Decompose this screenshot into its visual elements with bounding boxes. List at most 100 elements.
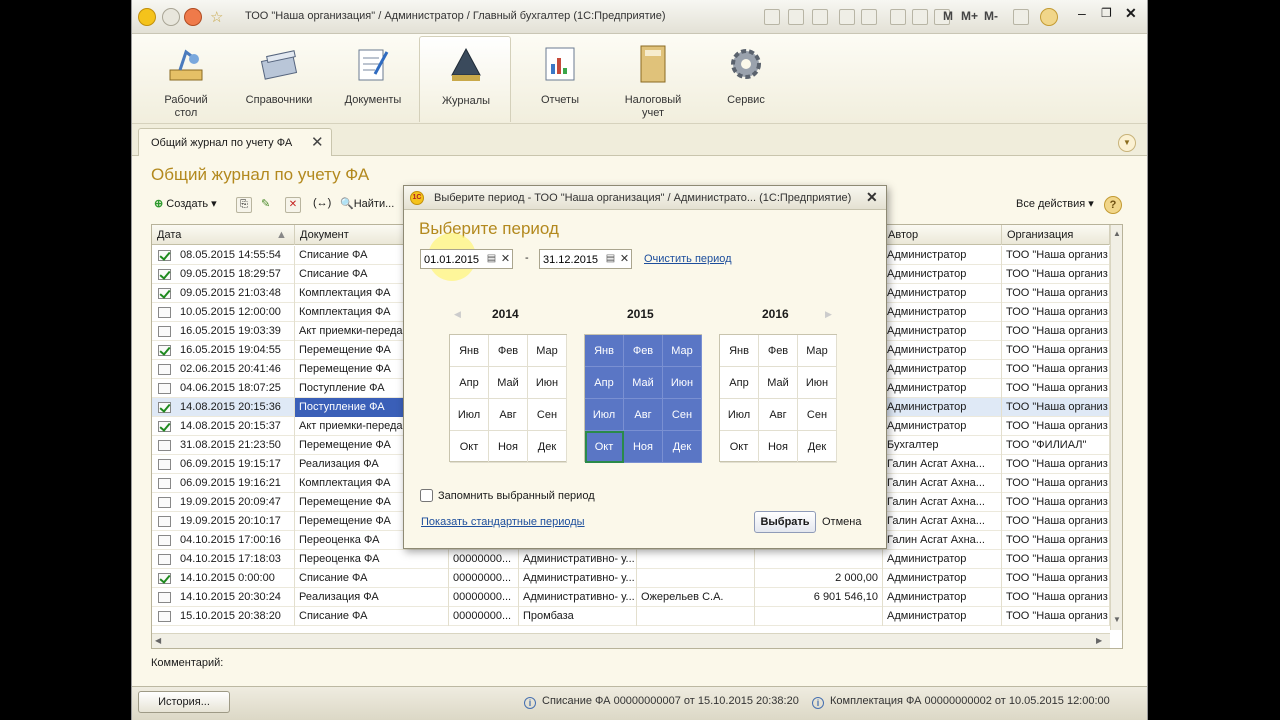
vertical-scrollbar[interactable]: ▲ ▼ bbox=[1110, 225, 1122, 630]
tab-general-journal[interactable]: Общий журнал по учету ФА ✕ bbox=[138, 128, 332, 156]
month-cell[interactable]: Дек bbox=[663, 431, 702, 463]
table-row[interactable]: 14.10.2015 20:30:24 Реализация ФА 00000000… bbox=[152, 588, 1110, 607]
calendar-icon[interactable]: ▤ bbox=[604, 252, 617, 266]
month-cell[interactable]: Июн bbox=[663, 367, 702, 399]
month-cell[interactable]: Дек bbox=[528, 431, 567, 463]
month-cell[interactable]: Мар bbox=[528, 335, 567, 367]
month-cell[interactable]: Фев bbox=[624, 335, 663, 367]
clear-period-link[interactable]: Очистить период bbox=[644, 253, 732, 265]
month-cell[interactable]: Апр bbox=[450, 367, 489, 399]
month-cell[interactable]: Ноя bbox=[759, 431, 798, 463]
copy-icon[interactable] bbox=[764, 9, 780, 25]
next-year-icon[interactable]: ▶ bbox=[825, 309, 832, 320]
menu-icon[interactable] bbox=[162, 8, 180, 26]
period-icon[interactable]: (↔) bbox=[313, 197, 331, 209]
history-icon[interactable] bbox=[861, 9, 877, 25]
month-cell[interactable]: Окт bbox=[720, 431, 759, 463]
month-cell[interactable]: Май bbox=[759, 367, 798, 399]
find-button[interactable]: 🔍Найти... bbox=[340, 197, 394, 210]
preview-icon[interactable] bbox=[812, 9, 828, 25]
scroll-down-icon[interactable]: ▼ bbox=[1113, 615, 1121, 624]
tab-close-icon[interactable]: ✕ bbox=[311, 133, 324, 151]
status-message-1[interactable]: i Списание ФА 00000000007 от 15.10.2015 2… bbox=[524, 695, 799, 709]
calculator-icon[interactable] bbox=[912, 9, 928, 25]
favorites-icon[interactable] bbox=[839, 9, 855, 25]
home-icon[interactable] bbox=[184, 8, 202, 26]
memory-plus-button[interactable]: M+ bbox=[961, 9, 978, 23]
favorites-star-icon[interactable]: ☆ bbox=[210, 8, 223, 26]
info-icon[interactable] bbox=[1040, 8, 1058, 26]
section-tax[interactable]: Налоговый учет bbox=[607, 36, 699, 122]
month-cell[interactable]: Янв bbox=[585, 335, 624, 367]
month-cell[interactable]: Апр bbox=[585, 367, 624, 399]
memory-button[interactable]: M bbox=[943, 9, 953, 23]
memory-minus-button[interactable]: M- bbox=[984, 9, 998, 23]
create-button[interactable]: ⊕ Создать ▾ bbox=[154, 197, 217, 210]
scroll-up-icon[interactable]: ▲ bbox=[1113, 229, 1121, 238]
section-documents[interactable]: Документы bbox=[327, 36, 419, 122]
month-cell[interactable]: Ноя bbox=[489, 431, 528, 463]
remember-period-checkbox[interactable]: Запомнить выбранный период bbox=[420, 489, 595, 502]
remember-checkbox[interactable] bbox=[420, 489, 433, 502]
date-from-input[interactable] bbox=[424, 252, 480, 267]
print-icon[interactable] bbox=[788, 9, 804, 25]
calc-table-icon[interactable] bbox=[890, 9, 906, 25]
standard-periods-link[interactable]: Показать стандартные периоды bbox=[421, 516, 585, 528]
all-actions-button[interactable]: Все действия ▾ bbox=[1016, 197, 1094, 210]
header-author[interactable]: Автор bbox=[883, 225, 1002, 245]
header-organization[interactable]: Организация bbox=[1002, 225, 1110, 245]
section-reports[interactable]: Отчеты bbox=[514, 36, 606, 122]
date-from-field[interactable]: ▤ ✕ bbox=[420, 249, 513, 269]
chevron-down-icon[interactable]: ▼ bbox=[1118, 134, 1136, 152]
scroll-left-icon[interactable]: ◀ bbox=[155, 636, 161, 645]
month-cell[interactable]: Авг bbox=[624, 399, 663, 431]
section-journals[interactable]: Журналы bbox=[419, 36, 511, 122]
month-cell[interactable]: Янв bbox=[720, 335, 759, 367]
status-message-2[interactable]: i Комплектация ФА 00000000002 от 10.05.20… bbox=[812, 695, 1110, 709]
month-cell[interactable]: Июл bbox=[585, 399, 624, 431]
section-catalogs[interactable]: Справочники bbox=[233, 36, 325, 122]
maximize-icon[interactable]: ❐ bbox=[1101, 6, 1112, 20]
table-row[interactable]: 14.10.2015 0:00:00 Списание ФА 00000000...… bbox=[152, 569, 1110, 588]
windows-icon[interactable] bbox=[1013, 9, 1029, 25]
table-row[interactable]: 15.10.2015 20:38:20 Списание ФА 00000000..… bbox=[152, 607, 1110, 626]
cancel-button[interactable]: Отмена bbox=[822, 516, 861, 528]
month-cell[interactable]: Апр bbox=[720, 367, 759, 399]
section-service[interactable]: Сервис bbox=[700, 36, 792, 122]
date-to-field[interactable]: ▤ ✕ bbox=[539, 249, 632, 269]
date-to-input[interactable] bbox=[543, 252, 599, 267]
month-cell[interactable]: Янв bbox=[450, 335, 489, 367]
calendar-icon[interactable]: ▤ bbox=[485, 252, 498, 266]
section-desktop[interactable]: Рабочий стол bbox=[140, 36, 232, 122]
horizontal-scrollbar[interactable]: ◀ ▶ bbox=[152, 633, 1110, 648]
month-cell[interactable]: Мар bbox=[798, 335, 837, 367]
edit-icon[interactable]: ✎ bbox=[261, 197, 270, 210]
month-cell[interactable]: Дек bbox=[798, 431, 837, 463]
scroll-right-icon[interactable]: ▶ bbox=[1096, 636, 1102, 645]
month-cell[interactable]: Мар bbox=[663, 335, 702, 367]
month-cell[interactable]: Июн bbox=[798, 367, 837, 399]
delete-icon[interactable]: ✕ bbox=[285, 197, 301, 213]
month-cell[interactable]: Июл bbox=[450, 399, 489, 431]
month-cell[interactable]: Сен bbox=[663, 399, 702, 431]
month-cell[interactable]: Авг bbox=[759, 399, 798, 431]
month-cell[interactable]: Май bbox=[489, 367, 528, 399]
prev-year-icon[interactable]: ◀ bbox=[454, 309, 461, 320]
month-cell[interactable]: Фев bbox=[489, 335, 528, 367]
clear-icon[interactable]: ✕ bbox=[618, 252, 631, 266]
header-date[interactable]: Дата ▲ bbox=[152, 225, 295, 245]
app-logo-icon[interactable] bbox=[138, 8, 156, 26]
year-2014[interactable]: 2014 bbox=[492, 307, 519, 321]
month-cell[interactable]: Окт bbox=[450, 431, 489, 463]
select-button[interactable]: Выбрать bbox=[754, 511, 816, 533]
year-2016[interactable]: 2016 bbox=[762, 307, 789, 321]
close-icon[interactable]: ✕ bbox=[1125, 5, 1137, 22]
table-row[interactable]: 04.10.2015 17:18:03 Переоценка ФА 00000000… bbox=[152, 550, 1110, 569]
copy-doc-icon[interactable]: ⎘ bbox=[236, 197, 252, 213]
month-cell[interactable]: Сен bbox=[798, 399, 837, 431]
dialog-close-icon[interactable]: ✕ bbox=[866, 189, 878, 206]
month-cell[interactable]: Июн bbox=[528, 367, 567, 399]
month-cell[interactable]: Окт bbox=[585, 431, 624, 463]
clear-icon[interactable]: ✕ bbox=[499, 252, 512, 266]
month-cell[interactable]: Май bbox=[624, 367, 663, 399]
